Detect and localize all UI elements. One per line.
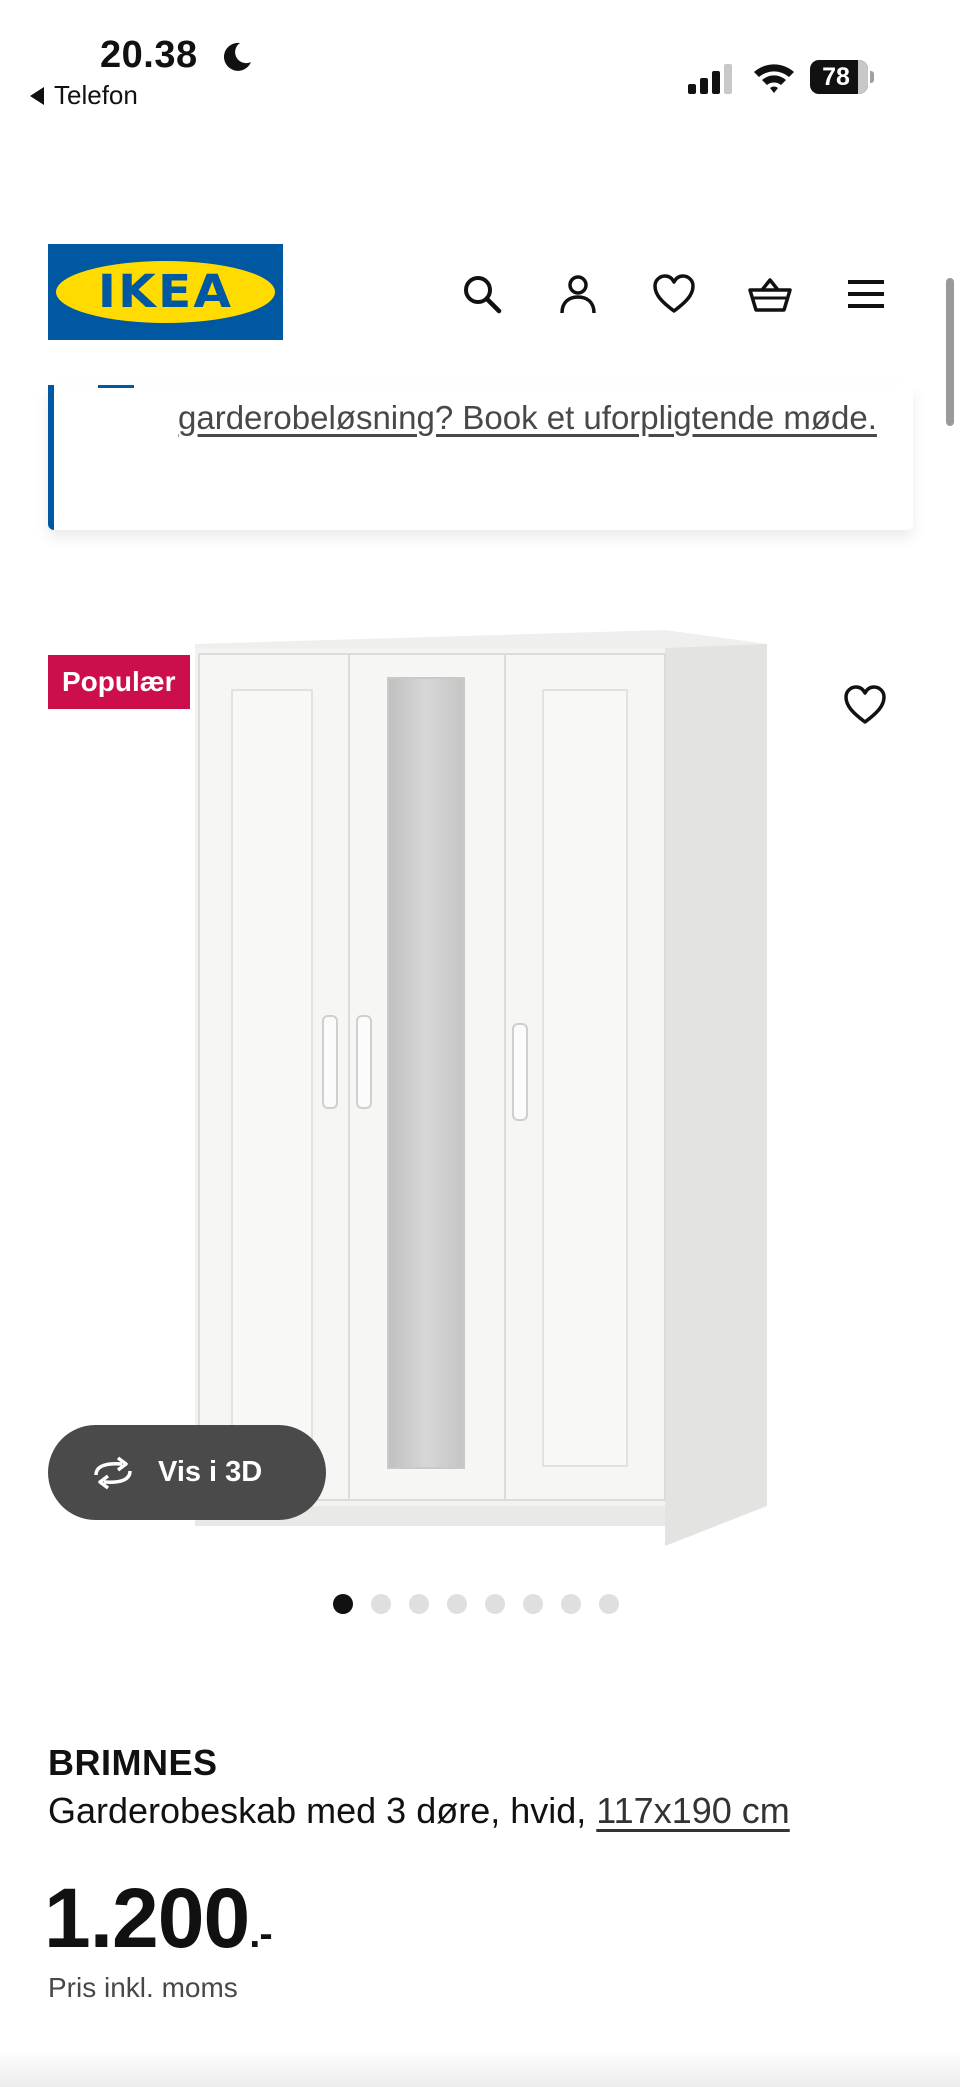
product-description: Garderobeskab med 3 døre, hvid, 117x190 … [48,1790,790,1832]
ikea-logo[interactable]: IKEA [48,244,283,340]
menu-button[interactable] [836,264,896,324]
scrollbar[interactable] [946,278,954,426]
carousel-dot[interactable] [561,1594,581,1614]
popular-badge: Populær [48,655,190,709]
search-button[interactable] [452,264,512,324]
rotate-3d-icon [94,1456,132,1489]
carousel-dot[interactable] [485,1594,505,1614]
product-name: BRIMNES [48,1742,218,1783]
product-price: 1.200.- [44,1870,273,1967]
account-button[interactable] [548,264,608,324]
add-to-favourites-button[interactable] [830,670,900,740]
carousel-dot[interactable] [371,1594,391,1614]
book-meeting-link[interactable]: garderobeløsning? Book et uforpligtende … [178,393,878,443]
carousel-dot[interactable] [599,1594,619,1614]
site-header: IKEA [0,230,960,390]
status-time: 20.38 [100,34,198,76]
user-icon [560,275,596,314]
basket-icon [748,278,792,312]
view-in-3d-label: Vis i 3D [158,1456,263,1488]
info-banner: garderobeløsning? Book et uforpligtende … [48,385,913,530]
page-bottom-edge [0,2050,960,2087]
search-icon [464,276,502,314]
product-image[interactable] [0,600,960,1550]
carousel-dot[interactable] [447,1594,467,1614]
carousel-dot[interactable] [333,1594,353,1614]
wardrobe-image [195,630,767,1546]
product-size-link[interactable]: 117x190 cm [596,1790,789,1831]
carousel-dot[interactable] [523,1594,543,1614]
heart-icon [653,274,695,313]
battery-percent: 78 [822,63,850,91]
menu-icon [848,280,884,308]
battery-indicator: 78 [810,60,874,94]
product-description-text: Garderobeskab med 3 døre, hvid, [48,1790,587,1831]
basket-button[interactable] [740,264,800,324]
back-link-label: Telefon [54,80,138,110]
price-suffix: .- [249,1912,272,1956]
view-in-3d-button[interactable]: Vis i 3D [48,1425,326,1520]
status-bar: 20.38 Telefon 78 [0,0,960,120]
logo-text: IKEA [97,265,234,318]
cellular-signal-icon [688,64,732,94]
back-to-app-link[interactable]: Telefon [30,80,138,111]
heart-icon [844,685,886,724]
moon-icon [223,42,251,71]
wifi-icon [754,64,794,93]
favourites-button[interactable] [644,264,704,324]
image-carousel-dots [333,1594,619,1614]
price-note: Pris inkl. moms [48,1972,238,2003]
back-caret-icon [30,86,44,105]
carousel-dot[interactable] [409,1594,429,1614]
price-amount: 1.200 [44,1871,250,1965]
